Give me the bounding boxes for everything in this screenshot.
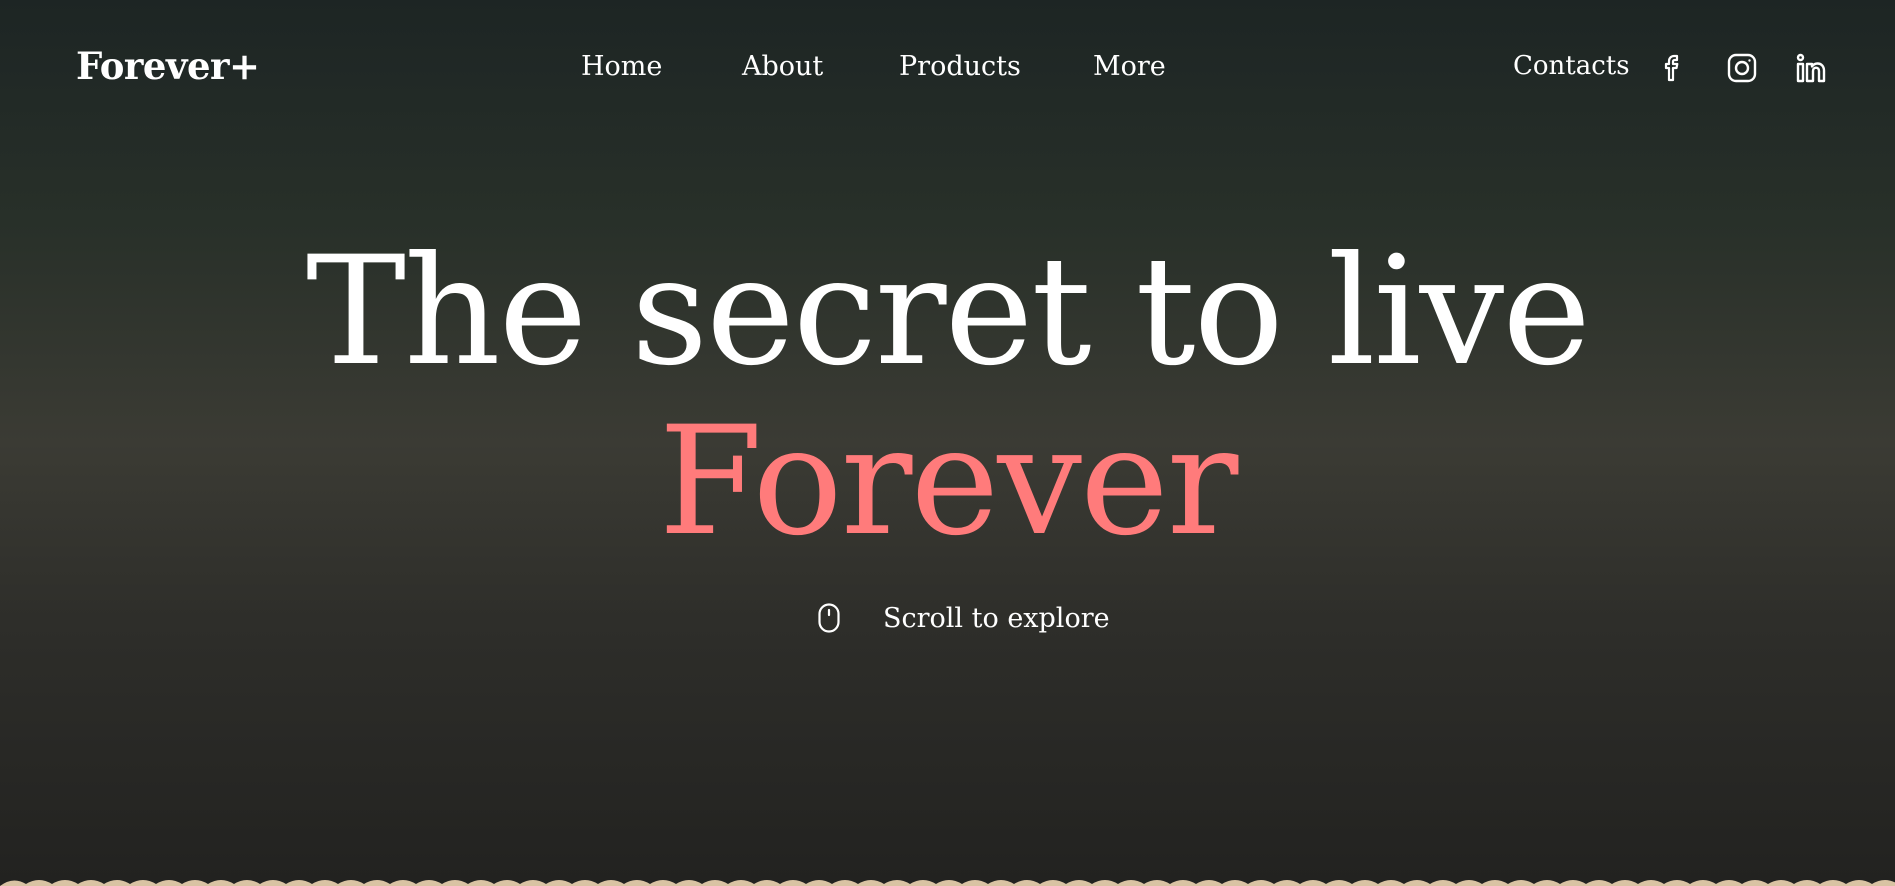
linkedin-icon[interactable] (1795, 52, 1827, 84)
scroll-hint[interactable]: Scroll to explore (818, 600, 1110, 636)
nav-item-products[interactable]: Products (899, 51, 1021, 82)
hero-heading-accent: Forever (658, 395, 1239, 569)
mouse-icon (818, 603, 840, 633)
wavy-border-shape (0, 880, 1895, 886)
hero-heading: The secret to live (305, 225, 1591, 399)
nav-item-about[interactable]: About (742, 51, 823, 82)
scroll-text: Scroll to explore (883, 602, 1110, 634)
instagram-icon[interactable] (1726, 52, 1758, 84)
site-header: Forever+ Home About Products More Contac… (0, 0, 1895, 136)
contacts-link[interactable]: Contacts (1513, 51, 1630, 81)
logo[interactable]: Forever+ (76, 44, 260, 88)
facebook-icon[interactable] (1657, 52, 1689, 84)
nav-item-more[interactable]: More (1093, 51, 1166, 82)
nav-item-home[interactable]: Home (581, 51, 662, 82)
decorative-wavy-border (0, 874, 1895, 886)
